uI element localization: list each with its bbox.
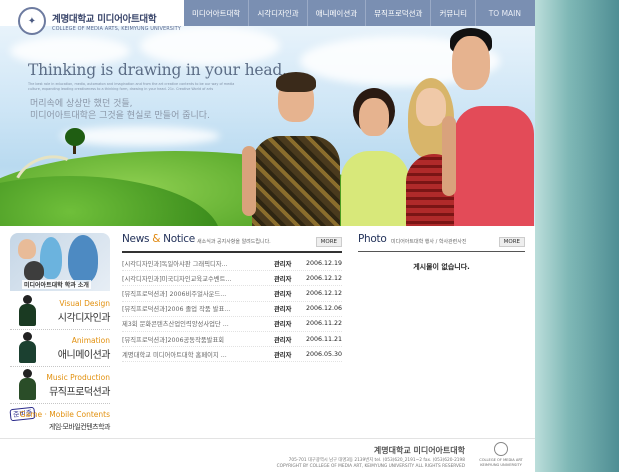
- news-row[interactable]: [뮤직프로덕션과] 2006비주얼사운드... 관리자 2006.12.12: [122, 286, 342, 302]
- news-title-link[interactable]: [뮤직프로덕션과] 2006비주얼사운드...: [122, 289, 274, 298]
- photo-section: Photo 미디어아트대학 행사 / 학사관련사진 MORE 게시물이 없습니다…: [358, 233, 525, 272]
- footer: 계명대학교 미디어아트대학 705-701 대구광역시 남구 대명3동 2139…: [0, 438, 535, 472]
- dept-visual-design[interactable]: Visual Design 시각디자인과: [10, 293, 111, 330]
- photo-subtitle: 미디어아트대학 행사 / 학사관련사진: [391, 239, 467, 245]
- student-figure-icon: [16, 369, 40, 401]
- student-photo: [440, 26, 535, 226]
- top-nav: 미디어아트대학 시각디자인과 애니메이션과 뮤직프로덕션과 커뮤니티 TO MA…: [184, 0, 535, 26]
- news-title-amp: &: [152, 233, 161, 245]
- logo-english: COLLEGE OF MEDIA ARTS, KEIMYUNG UNIVERSI…: [52, 26, 181, 32]
- news-title-link[interactable]: [시각디자인과]독일아샤판 그래픽디자...: [122, 259, 274, 268]
- hero-fine-print: The best role in education, media, autom…: [28, 82, 235, 91]
- news-author: 관리자: [274, 321, 292, 329]
- news-row[interactable]: [뮤직프로덕션과]2006 졸업 작품 발표... 관리자 2006.12.06: [122, 302, 342, 317]
- news-row[interactable]: 계명대학교 미디어아트대학 홈페이지 ... 관리자 2006.05.30: [122, 347, 342, 363]
- news-date: 2006.12.19: [305, 259, 342, 267]
- photo-header: Photo 미디어아트대학 행사 / 학사관련사진 MORE: [358, 233, 525, 252]
- news-title-link[interactable]: 계명대학교 미디어아트대학 홈페이지 ...: [122, 350, 274, 359]
- student-photo: [240, 66, 350, 226]
- photo-title: Photo: [358, 233, 387, 245]
- news-more-button[interactable]: MORE: [315, 237, 342, 247]
- header: ✦ 계명대학교 미디어아트대학 COLLEGE OF MEDIA ARTS, K…: [0, 0, 535, 35]
- news-date: 2006.05.30: [305, 350, 342, 358]
- news-list: [시각디자인과]독일아샤판 그래픽디자... 관리자 2006.12.19 [시각디…: [122, 256, 342, 363]
- news-author: 관리자: [274, 290, 292, 298]
- footer-emblem-icon: [494, 442, 508, 456]
- footer-logo-text-1: COLLEGE OF MEDIA ART: [479, 458, 523, 462]
- footer-address: 705-701 대구광역시 남구 대명3동 2139번지 tel. (053)6…: [288, 458, 465, 463]
- to-main-link[interactable]: TO MAIN: [481, 0, 535, 26]
- news-author: 관리자: [274, 306, 292, 314]
- nav-item-media-art[interactable]: 미디어아트대학: [184, 0, 250, 26]
- footer-logo-text-2: KEIMYUNG UNIVERSITY: [480, 462, 522, 467]
- news-date: 2006.12.06: [305, 305, 342, 313]
- news-row[interactable]: [시각디자인과]미국디자인교육교수벤트... 관리자 2006.12.12: [122, 271, 342, 287]
- news-row[interactable]: 제3회 문화콘텐츠산업인력양성사업단 ... 관리자 2006.11.22: [122, 317, 342, 332]
- news-title-a: News: [122, 233, 153, 245]
- news-date: 2006.11.22: [305, 320, 342, 328]
- news-notice-section: News & Notice 새소식과 공지사항을 알려드립니다. MORE [시…: [122, 233, 342, 363]
- footer-title: 계명대학교 미디어아트대학: [373, 446, 465, 455]
- photo-more-button[interactable]: MORE: [498, 237, 525, 247]
- news-title-link[interactable]: [시각디자인과]미국디자인교육교수벤트...: [122, 274, 274, 283]
- dept-game-mobile[interactable]: 준비중 Game · Mobile Contents 게임·모바일컨텐츠학과: [9, 404, 111, 440]
- tree-icon: [65, 128, 85, 146]
- logo-korean: 계명대학교 미디어아트대학: [52, 14, 157, 25]
- news-title-link[interactable]: [뮤직프로덕션과]2006공동작품발표회: [122, 335, 274, 344]
- footer-logo: COLLEGE OF MEDIA ART KEIMYUNG UNIVERSITY: [473, 442, 529, 470]
- university-emblem-icon[interactable]: ✦: [18, 7, 46, 35]
- footer-copyright: COPYRIGHT BY COLLEGE OF MEDIA ART, KEIMY…: [276, 464, 465, 469]
- nav-item-animation[interactable]: 애니메이션과: [308, 0, 367, 26]
- nav-item-visual-design[interactable]: 시각디자인과: [249, 0, 308, 26]
- dept-ko-label: 시각디자인과: [57, 313, 111, 324]
- dept-music-production[interactable]: Music Production 뮤직프로덕션과: [10, 367, 110, 404]
- news-author: 관리자: [274, 351, 292, 359]
- hero-subtitle-line1: 머리속에 상상만 했던 것들,: [30, 99, 133, 109]
- page-frame: ✦ 계명대학교 미디어아트대학 COLLEGE OF MEDIA ARTS, K…: [0, 0, 535, 472]
- department-menu: 미디어아트대학 학과 소개 Visual Design 시각디자인과 Anima…: [9, 233, 111, 433]
- dept-ko-label: 뮤직프로덕션과: [49, 387, 110, 398]
- nav-item-community[interactable]: 커뮤니티: [431, 0, 477, 26]
- hero-subtitle: 머리속에 상상만 했던 것들, 미디어아트대학은 그것을 현실로 만들어 줍니다…: [30, 98, 210, 122]
- side-background: [535, 0, 619, 472]
- student-figure-icon: [16, 295, 40, 327]
- news-author: 관리자: [274, 275, 292, 283]
- student-thumb: [24, 261, 44, 281]
- cloud: [140, 26, 280, 66]
- department-intro-banner[interactable]: 미디어아트대학 학과 소개: [10, 233, 110, 291]
- news-row[interactable]: [시각디자인과]독일아샤판 그래픽디자... 관리자 2006.12.19: [122, 256, 342, 272]
- hero-banner: Thinking is drawing in your head. The be…: [0, 26, 535, 226]
- dept-en-label: Music Production: [46, 373, 110, 382]
- news-author: 관리자: [274, 260, 292, 268]
- news-header: News & Notice 새소식과 공지사항을 알려드립니다. MORE: [122, 233, 342, 253]
- dept-ko-label: 게임·모바일컨텐츠학과: [48, 423, 111, 431]
- news-subtitle: 새소식과 공지사항을 알려드립니다.: [197, 239, 271, 245]
- news-author: 관리자: [274, 336, 292, 344]
- news-date: 2006.12.12: [305, 274, 342, 282]
- banner-caption: 미디어아트대학 학과 소개: [22, 280, 91, 289]
- dept-en-label: Game · Mobile Contents: [19, 410, 110, 419]
- photo-empty-message: 게시물이 없습니다.: [413, 263, 470, 271]
- news-title-link[interactable]: [뮤직프로덕션과]2006 졸업 작품 발표...: [122, 304, 274, 313]
- news-title: News & Notice: [122, 233, 195, 245]
- news-title-b: Notice: [160, 233, 195, 245]
- dept-en-label: Visual Design: [59, 299, 110, 308]
- student-thumb: [68, 235, 98, 283]
- hero-subtitle-line2: 미디어아트대학은 그것을 현실로 만들어 줍니다.: [30, 111, 210, 121]
- news-date: 2006.11.21: [305, 335, 342, 343]
- logo[interactable]: 계명대학교 미디어아트대학 COLLEGE OF MEDIA ARTS, KEI…: [52, 11, 181, 32]
- dept-en-label: Animation: [71, 336, 110, 345]
- news-title-link[interactable]: 제3회 문화콘텐츠산업인력양성사업단 ...: [122, 319, 274, 328]
- dept-ko-label: 애니메이션과: [57, 350, 111, 361]
- student-figure-icon: [16, 332, 40, 364]
- news-date: 2006.12.12: [305, 289, 342, 297]
- dept-animation[interactable]: Animation 애니메이션과: [10, 330, 111, 367]
- nav-item-music-production[interactable]: 뮤직프로덕션과: [366, 0, 432, 26]
- student-thumb: [18, 239, 36, 259]
- news-row[interactable]: [뮤직프로덕션과]2006공동작품발표회 관리자 2006.11.21: [122, 332, 342, 348]
